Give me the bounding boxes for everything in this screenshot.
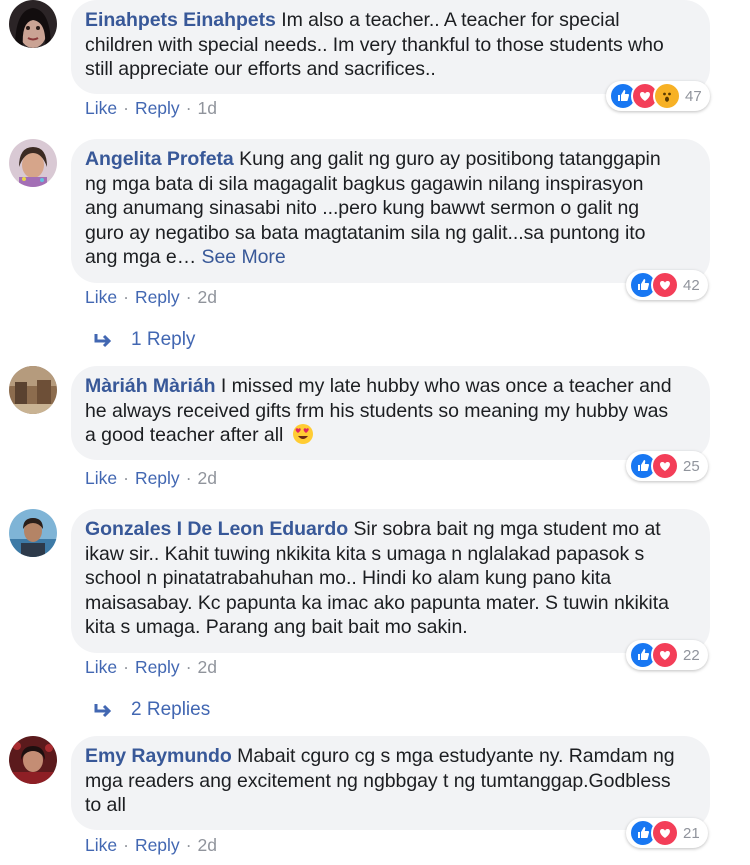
comment-bubble: Einahpets Einahpets Im also a teacher.. … — [71, 0, 710, 94]
love-icon — [651, 452, 679, 480]
see-more-link[interactable]: See More — [202, 246, 286, 268]
comment-author[interactable]: Angelita Profeta — [85, 148, 234, 170]
comment-timestamp[interactable]: 1d — [198, 98, 217, 118]
comment-timestamp[interactable]: 2d — [198, 287, 217, 307]
comment-text: still appreciate our efforts and sacrifi… — [85, 58, 436, 80]
comment-text: maisasabay. Kc papunta ka imac ako papun… — [85, 591, 669, 614]
separator-dot: · — [185, 287, 192, 307]
comment-bubble: Màriáh Màriáh I missed my late hubby who… — [71, 366, 710, 460]
replies-label[interactable]: 2 Replies — [131, 699, 210, 721]
comment-text: school n pinatatrabahuhan mo.. Hindi ko … — [85, 567, 612, 589]
comment-author[interactable]: Emy Raymundo — [85, 745, 232, 767]
comment-text: I missed my late hubby who was once a te… — [220, 375, 672, 397]
replies-label[interactable]: 1 Reply — [131, 329, 195, 351]
comment-text: a good teacher after all — [85, 424, 284, 446]
reactions-summary[interactable]: 47 — [606, 81, 710, 111]
like-link[interactable]: Like — [85, 835, 117, 855]
love-icon — [651, 271, 679, 299]
comment-text: Kung ang galit ng guro ay positibong tat… — [239, 148, 661, 170]
comment-text: ang anumang sinasabi nito ...pero kung b… — [85, 197, 640, 219]
comment-text: ang mga e… — [85, 246, 197, 268]
comment-bubble: Gonzales I De Leon Eduardo Sir sobra bai… — [71, 509, 710, 653]
comment-author[interactable]: Gonzales I De Leon Eduardo — [85, 518, 348, 540]
reaction-count: 21 — [683, 824, 700, 842]
comment-timestamp[interactable]: 2d — [198, 468, 217, 488]
reaction-count: 47 — [685, 87, 702, 105]
wow-icon — [653, 82, 681, 110]
comment-text: guro ay negatibo sa bata magtatanim sila… — [85, 221, 646, 244]
reply-link[interactable]: Reply — [135, 287, 180, 307]
avatar[interactable] — [9, 139, 57, 187]
comment-actions: Like · Reply · 2d — [85, 287, 217, 308]
separator-dot: · — [123, 835, 129, 855]
comment-actions: Like · Reply · 2d — [85, 657, 217, 678]
comment-author[interactable]: Màriáh Màriáh — [85, 375, 216, 397]
reply-arrow-icon — [94, 334, 112, 348]
comment-timestamp[interactable]: 2d — [198, 657, 217, 677]
comment-text: Mabait cguro cg s mga estudyante ny. Ram… — [237, 745, 675, 767]
avatar[interactable] — [9, 509, 57, 557]
comment-bubble: Emy Raymundo Mabait cguro cg s mga estud… — [71, 736, 710, 830]
separator-dot: · — [123, 657, 129, 677]
reply-link[interactable]: Reply — [135, 468, 180, 488]
like-link[interactable]: Like — [85, 657, 117, 677]
like-link[interactable]: Like — [85, 468, 117, 488]
view-replies-link[interactable]: 2 Replies — [93, 699, 210, 721]
comment-text: Im also a teacher.. A teacher for specia… — [281, 9, 620, 31]
comment-author[interactable]: Einahpets Einahpets — [85, 9, 276, 31]
like-link[interactable]: Like — [85, 287, 117, 307]
reaction-count: 42 — [683, 276, 700, 294]
love-icon — [651, 641, 679, 669]
heart-eyes-emoji — [292, 424, 313, 444]
like-link[interactable]: Like — [85, 98, 117, 118]
reactions-summary[interactable]: 25 — [626, 451, 708, 481]
reactions-summary[interactable]: 21 — [626, 818, 708, 848]
reactions-summary[interactable]: 42 — [626, 270, 708, 300]
comment-text: he always received gifts frm his student… — [85, 399, 669, 422]
comment-text: ikaw sir.. Kahit tuwing nkikita kita s u… — [85, 542, 645, 565]
view-replies-link[interactable]: 1 Reply — [93, 329, 195, 351]
comment-text: ng mga bata di sila magagalit bagkus gag… — [85, 172, 644, 195]
love-icon — [651, 819, 679, 847]
separator-dot: · — [185, 468, 192, 488]
comment-text: children with special needs.. Im very th… — [85, 33, 664, 56]
avatar[interactable] — [9, 0, 57, 48]
separator-dot: · — [185, 835, 192, 855]
reply-link[interactable]: Reply — [135, 657, 180, 677]
avatar[interactable] — [9, 366, 57, 414]
separator-dot: · — [185, 657, 192, 677]
reaction-count: 25 — [683, 457, 700, 475]
comment-text: Sir sobra bait ng mga student mo at — [353, 518, 661, 540]
comment-actions: Like · Reply · 2d — [85, 835, 217, 856]
separator-dot: · — [123, 98, 129, 118]
reply-link[interactable]: Reply — [135, 835, 180, 855]
avatar[interactable] — [9, 736, 57, 784]
separator-dot: · — [185, 98, 192, 118]
comment-actions: Like · Reply · 1d — [85, 98, 217, 119]
comment-bubble: Angelita Profeta Kung ang galit ng guro … — [71, 139, 710, 283]
reaction-count: 22 — [683, 646, 700, 664]
reactions-summary[interactable]: 22 — [626, 640, 708, 670]
reply-link[interactable]: Reply — [135, 98, 180, 118]
comment-text: to all — [85, 794, 126, 816]
comment-actions: Like · Reply · 2d — [85, 468, 217, 489]
comment-text: kita s umaga. Parang ang bait bait mo sa… — [85, 616, 468, 638]
comment-text: mga readers ang excitement ng ngbbgay t … — [85, 769, 671, 792]
separator-dot: · — [123, 468, 129, 488]
comment-timestamp[interactable]: 2d — [198, 835, 217, 855]
separator-dot: · — [123, 287, 129, 307]
reply-arrow-icon — [94, 704, 112, 718]
